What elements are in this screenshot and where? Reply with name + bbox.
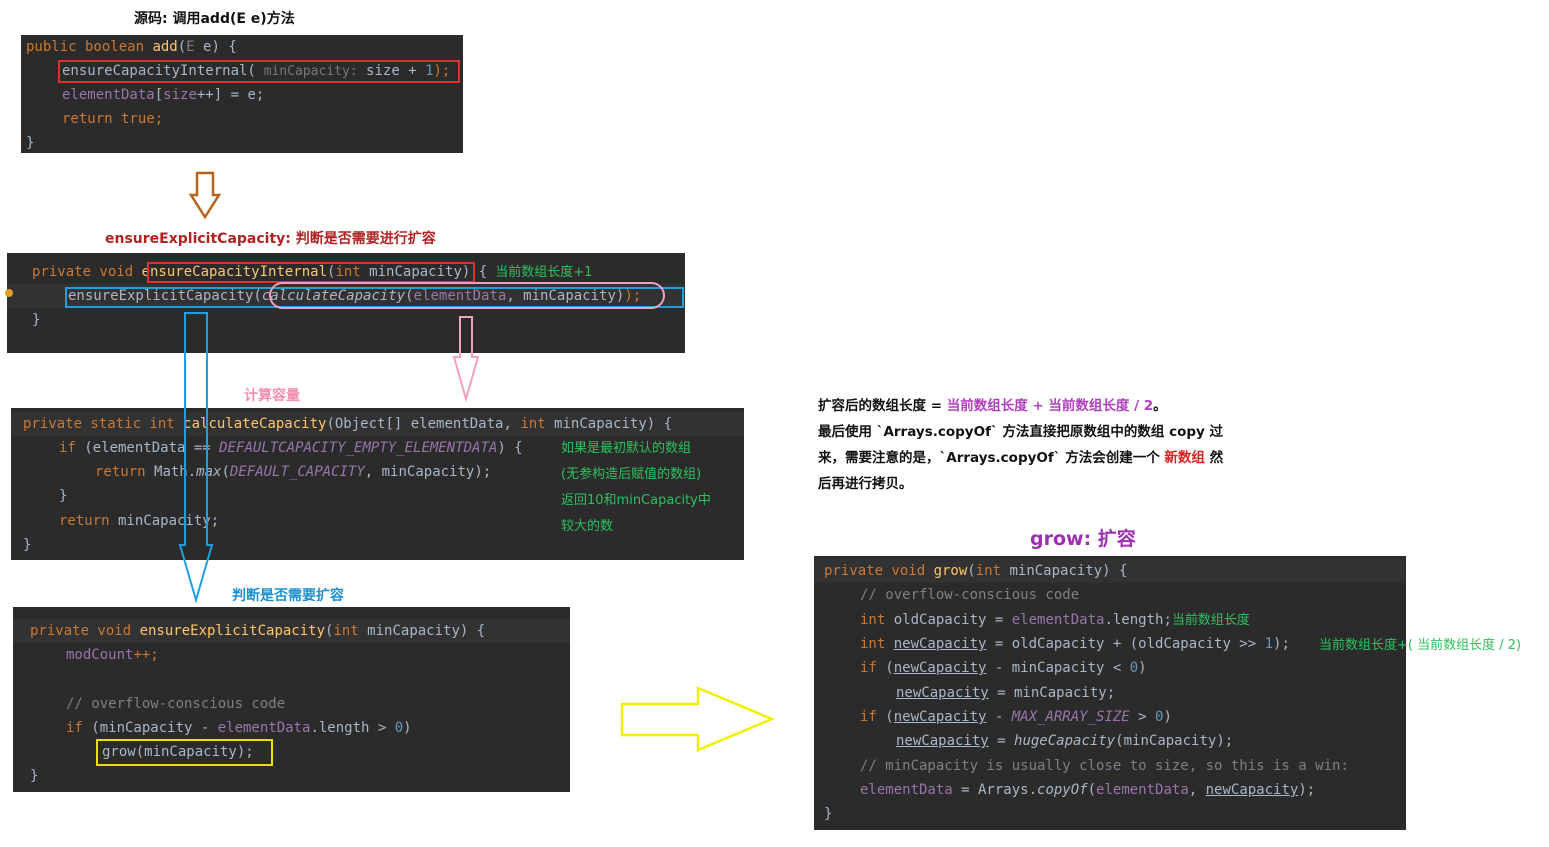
bulb-icon[interactable] xyxy=(5,289,13,297)
code-line: elementData = Arrays.copyOf(elementData,… xyxy=(860,782,1316,798)
code-line: } xyxy=(26,135,35,151)
code-line: ensureCapacityInternal( minCapacity: siz… xyxy=(62,63,451,79)
code-block-grow: private void grow(int minCapacity) { // … xyxy=(814,556,1406,830)
code-line: private static int calculateCapacity(Obj… xyxy=(11,412,744,436)
code-line: // overflow-conscious code xyxy=(66,696,286,712)
code-line: } xyxy=(32,312,41,328)
code-line: if (minCapacity - elementData.length > 0… xyxy=(66,720,412,736)
code-line: private void ensureCapacityInternal(int … xyxy=(32,264,593,280)
code-line: int newCapacity = oldCapacity + (oldCapa… xyxy=(860,636,1290,652)
explanation-line-4: 后再进行拷贝。 xyxy=(818,476,913,492)
code-line: return true; xyxy=(62,111,164,127)
note-new-capacity-formula: 当前数组长度+( 当前数组长度 / 2) xyxy=(1319,638,1522,653)
arrow-right-yellow xyxy=(620,686,776,752)
code-line: newCapacity = hugeCapacity(minCapacity); xyxy=(896,733,1234,749)
caption-source: 源码: 调用add(E e)方法 xyxy=(134,11,295,27)
code-line: if (newCapacity - minCapacity < 0) xyxy=(860,660,1147,676)
explanation-line-2: 最后使用 `Arrays.copyOf` 方法直接把原数组中的数组 copy 过 xyxy=(818,424,1224,440)
code-line: private void ensureExplicitCapacity(int … xyxy=(13,619,570,643)
caption-judge: 判断是否需要扩容 xyxy=(232,588,344,604)
code-line: modCount++; xyxy=(66,647,159,663)
code-line: } xyxy=(30,768,39,784)
code-block-calculate-capacity: private static int calculateCapacity(Obj… xyxy=(11,408,744,560)
caption-calc: 计算容量 xyxy=(244,388,300,404)
explanation-line-1: 扩容后的数组长度 = 当前数组长度 + 当前数组长度 / 2。 xyxy=(818,398,1167,414)
explanation-paragraph: 扩容后的数组长度 = 当前数组长度 + 当前数组长度 / 2。 最后使用 `Ar… xyxy=(818,393,1258,497)
note-current-length: 当前数组长度 xyxy=(1171,613,1250,628)
caption-explicit: ensureExplicitCapacity: 判断是否需要进行扩容 xyxy=(105,231,436,247)
code-line: ensureExplicitCapacity(calculateCapacity… xyxy=(7,284,685,308)
caption-grow: grow: 扩容 xyxy=(1030,528,1136,550)
code-line: private void grow(int minCapacity) { xyxy=(814,559,1406,583)
code-block-ensure-capacity-internal: private void ensureCapacityInternal(int … xyxy=(5,253,685,353)
code-line: newCapacity = minCapacity; xyxy=(896,685,1116,701)
note-current-length-plus-one: 当前数组长度+1 xyxy=(495,265,593,280)
code-line: grow(minCapacity); xyxy=(102,744,254,760)
note-default-array: 如果是最初默认的数组 (无参构造后赋值的数组) 返回10和minCapacity… xyxy=(561,441,711,534)
code-line: elementData[size++] = e; xyxy=(62,87,265,103)
code-line: int oldCapacity = elementData.length;当前数… xyxy=(860,612,1250,628)
code-line: // minCapacity is usually close to size,… xyxy=(860,758,1349,774)
arrow-down-brown xyxy=(188,171,222,220)
code-line: public boolean add(E e) { xyxy=(26,39,237,55)
code-block-ensure-explicit-capacity: private void ensureExplicitCapacity(int … xyxy=(13,607,570,792)
code-line: } xyxy=(824,806,833,822)
code-block-add: public boolean add(E e) { ensureCapacity… xyxy=(21,35,463,153)
explanation-line-3: 来，需要注意的是，`Arrays.copyOf` 方法会创建一个 新数组 然 xyxy=(818,450,1224,466)
code-line: // overflow-conscious code xyxy=(860,587,1080,603)
code-line: if (newCapacity - MAX_ARRAY_SIZE > 0) xyxy=(860,709,1172,725)
